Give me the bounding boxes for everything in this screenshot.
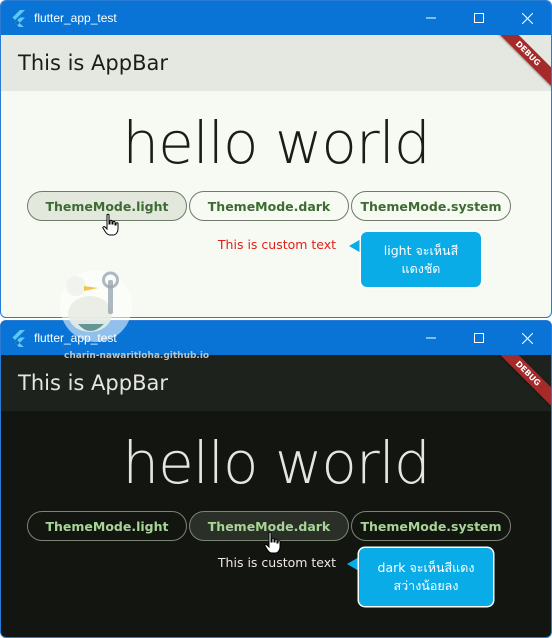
watermark-text: charin-nawaritloha.github.io — [64, 351, 210, 361]
flutter-logo-icon — [12, 330, 25, 347]
dark-theme-window: flutter_app_test This is AppBar DEBUG he… — [0, 320, 552, 638]
app-bar-title: This is AppBar — [18, 51, 168, 75]
headline-text: hello world — [122, 109, 430, 177]
theme-dark-button[interactable]: ThemeMode.dark — [189, 191, 349, 221]
theme-system-button[interactable]: ThemeMode.system — [351, 511, 511, 541]
close-button[interactable] — [503, 321, 551, 355]
flutter-logo-icon — [12, 10, 25, 27]
app-bar: This is AppBar — [1, 35, 551, 91]
title-bar[interactable]: flutter_app_test — [1, 321, 551, 355]
callout-tail — [347, 557, 359, 571]
minimize-button[interactable] — [407, 321, 455, 355]
theme-light-button[interactable]: ThemeMode.light — [27, 511, 187, 541]
callout-text: light จะเห็นสีแดงชัด — [383, 242, 459, 276]
light-theme-window: flutter_app_test This is AppBar DEBUG he… — [0, 0, 552, 318]
maximize-button[interactable] — [455, 321, 503, 355]
close-button[interactable] — [503, 1, 551, 35]
close-icon — [521, 12, 533, 24]
callout-tail — [349, 239, 361, 253]
annotation-callout: dark จะเห็นสีแดงสว่างน้อยลง — [359, 548, 493, 606]
callout-text: dark จะเห็นสีแดงสว่างน้อยลง — [377, 560, 475, 593]
minimize-button[interactable] — [407, 1, 455, 35]
title-bar[interactable]: flutter_app_test — [1, 1, 551, 35]
maximize-icon — [474, 333, 484, 343]
maximize-icon — [474, 13, 484, 23]
app-bar-title: This is AppBar — [18, 371, 168, 395]
window-title: flutter_app_test — [34, 11, 117, 25]
theme-system-button[interactable]: ThemeMode.system — [351, 191, 511, 221]
hand-pointer-icon — [102, 213, 119, 236]
window-title: flutter_app_test — [34, 331, 117, 345]
close-icon — [521, 332, 533, 344]
headline-text: hello world — [122, 429, 430, 497]
theme-mode-buttons: ThemeMode.light ThemeMode.dark ThemeMode… — [27, 191, 511, 221]
hand-pointer-icon — [264, 531, 281, 554]
minimize-icon — [426, 337, 436, 339]
maximize-button[interactable] — [455, 1, 503, 35]
minimize-icon — [426, 17, 436, 19]
annotation-callout: light จะเห็นสีแดงชัด — [361, 232, 481, 287]
app-bar: This is AppBar — [1, 355, 551, 411]
